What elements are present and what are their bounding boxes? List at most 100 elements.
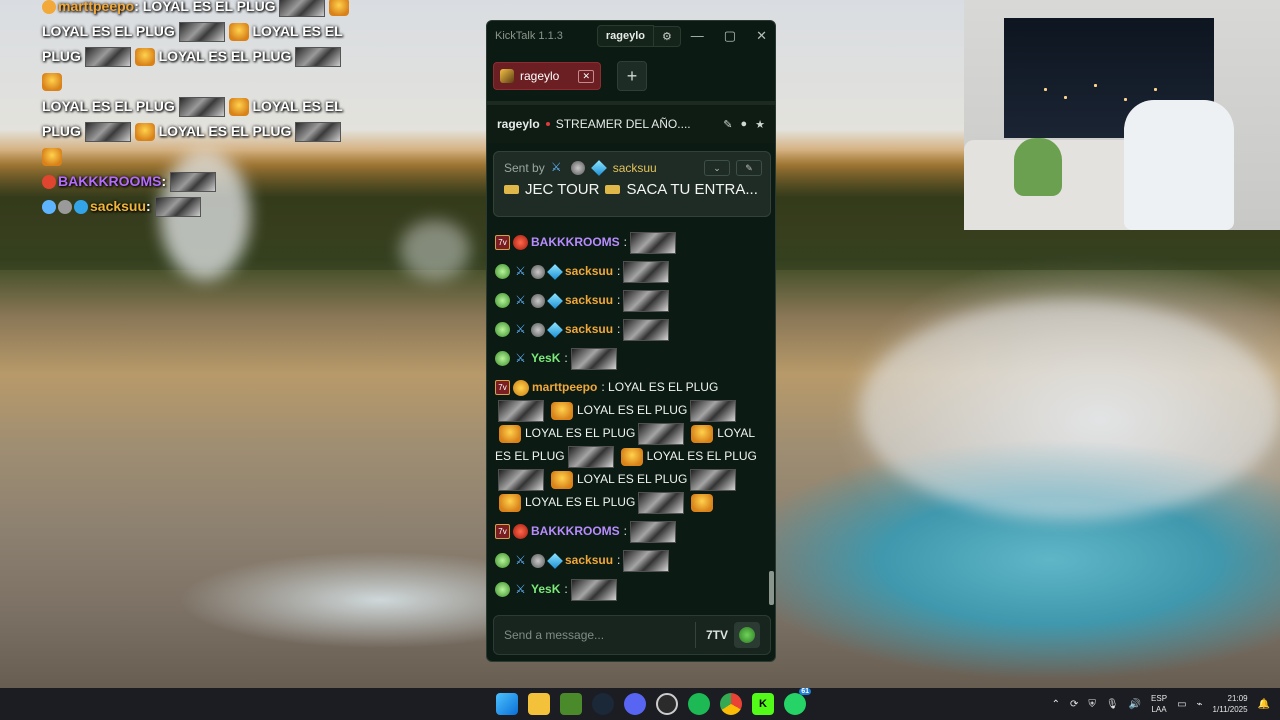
steam-icon[interactable] <box>592 693 614 715</box>
discord-icon[interactable] <box>624 693 646 715</box>
chat-text: LOYAL ES EL PLUG <box>608 380 719 394</box>
file-explorer-icon[interactable] <box>528 693 550 715</box>
gold-emote-icon <box>228 98 249 117</box>
emote-icon <box>638 491 685 514</box>
cube-badge-icon <box>547 263 563 280</box>
lang-layout: LAA <box>1151 705 1167 714</box>
pinned-toggle-icon[interactable]: ★ <box>755 118 765 131</box>
overlay-username: BAKKKROOMS <box>58 173 162 189</box>
whatsapp-badge: 61 <box>799 688 811 695</box>
battery-icon[interactable]: ⌁ <box>1197 699 1203 710</box>
emote-icon <box>295 47 342 68</box>
minimize-icon[interactable]: — <box>691 28 704 44</box>
emote-icon <box>623 318 670 341</box>
emote-icon <box>170 172 217 193</box>
chat-text: LOYAL ES EL PLUG <box>525 426 636 440</box>
tab-rageylo[interactable]: rageylo ✕ <box>493 62 601 90</box>
microphone-icon[interactable]: 🎙 <box>1106 699 1119 710</box>
chat-username[interactable]: sacksuu <box>565 260 613 283</box>
gold-emote-icon <box>551 470 573 489</box>
gold-badge-icon <box>42 0 56 15</box>
overlay-username: marttpeepo <box>58 0 135 14</box>
chat-scrollbar[interactable] <box>769 571 774 605</box>
pinned-message: Sent by ⚔ sacksuu ⌄ ✎ JEC TOUR SACA TU E… <box>493 151 771 217</box>
defender-icon[interactable]: ⛨ <box>1088 699 1096 710</box>
channel-avatar <box>500 69 514 83</box>
kicktalk-window: KickTalk 1.1.3 rageylo ⚙ — ▢ ✕ rageylo ✕… <box>486 20 776 662</box>
gold-emote-icon <box>499 424 521 443</box>
add-tab-button[interactable]: + <box>617 61 647 91</box>
message-input[interactable]: Send a message... <box>504 628 695 642</box>
clock-time: 21:09 <box>1227 694 1248 703</box>
green-app-icon[interactable] <box>560 693 582 715</box>
overlay-text: PLUG <box>42 123 81 139</box>
obs-icon[interactable] <box>656 693 678 715</box>
sent-by-label: Sent by <box>504 160 545 175</box>
green-badge-icon <box>495 351 510 366</box>
pin-icon[interactable]: ✎ <box>723 118 732 131</box>
header-channel-name: rageylo <box>497 117 540 131</box>
chat-username[interactable]: sacksuu <box>565 549 613 572</box>
windows-start-icon[interactable] <box>496 693 518 715</box>
gold-emote-icon <box>551 401 573 420</box>
chat-username[interactable]: YesK <box>531 347 560 370</box>
settings-gear-icon[interactable]: ⚙ <box>654 25 681 47</box>
user-icon[interactable]: ● <box>740 118 747 131</box>
green-badge-icon <box>495 553 510 568</box>
close-icon[interactable]: ✕ <box>756 28 767 44</box>
chevron-down-icon[interactable]: ⌄ <box>704 160 730 176</box>
gold-badge-icon <box>513 379 529 396</box>
pinned-text: JEC TOUR <box>525 181 600 198</box>
7tv-badge-icon: 7v <box>495 524 510 539</box>
gold-emote-icon <box>228 23 249 42</box>
overlay-text: LOYAL ES EL PLUG <box>158 48 292 64</box>
chat-text: LOYAL <box>717 426 756 440</box>
overlay-line: LOYAL ES EL PLUG LOYAL ES EL <box>42 19 362 44</box>
maximize-icon[interactable]: ▢ <box>724 28 736 44</box>
emote-icon <box>498 399 544 422</box>
kick-emote-button[interactable] <box>734 622 760 648</box>
chat-message: ⚔ sacksuu: <box>495 260 761 283</box>
chat-username[interactable]: BAKKKROOMS <box>531 520 620 543</box>
chat-username[interactable]: sacksuu <box>565 289 613 312</box>
input-divider <box>695 622 696 648</box>
7tv-badge-icon: 7v <box>495 235 510 250</box>
7tv-badge-icon: 7v <box>495 380 510 395</box>
spotify-icon[interactable] <box>688 693 710 715</box>
network-icon[interactable]: ▭ <box>1177 699 1186 710</box>
language-indicator[interactable]: ESP LAA <box>1151 693 1167 715</box>
gold-emote-icon <box>134 123 155 142</box>
unpin-icon[interactable]: ✎ <box>736 160 762 176</box>
chat-username[interactable]: YesK <box>531 578 560 601</box>
green-badge-icon <box>495 293 510 308</box>
title-channel-button[interactable]: rageylo <box>596 25 655 47</box>
kick-icon[interactable]: K <box>752 693 774 715</box>
green-badge-icon <box>495 264 510 279</box>
tab-close-icon[interactable]: ✕ <box>578 69 594 83</box>
overlay-line: PLUG LOYAL ES EL PLUG <box>42 119 362 169</box>
whatsapp-icon[interactable]: 61 <box>784 688 811 715</box>
gold-emote-icon <box>42 148 62 167</box>
sword-badge-icon: ⚔ <box>515 293 526 307</box>
sync-icon[interactable]: ⟳ <box>1070 699 1078 710</box>
chat-username[interactable]: sacksuu <box>565 318 613 341</box>
chat-username[interactable]: BAKKKROOMS <box>531 231 620 254</box>
chat-username[interactable]: marttpeepo <box>532 376 597 399</box>
gold-emote-icon <box>499 493 521 512</box>
volume-icon[interactable]: 🔊 <box>1129 699 1141 710</box>
kick-emote-icon <box>739 627 755 643</box>
sword-badge-icon <box>42 200 56 215</box>
chat-text: LOYAL ES EL PLUG <box>577 472 688 486</box>
chat-text: LOYAL ES EL PLUG <box>646 449 757 463</box>
chevron-up-icon[interactable]: ⌃ <box>1052 699 1060 710</box>
sword-badge-icon: ⚔ <box>515 351 526 365</box>
notification-bell-icon[interactable]: 🔔 <box>1258 699 1270 710</box>
clock[interactable]: 21:09 1/11/2025 <box>1213 693 1248 715</box>
webcam-feed <box>964 0 1280 230</box>
pinned-sender[interactable]: sacksuu <box>613 161 657 175</box>
live-dot-icon <box>545 122 550 126</box>
chrome-icon[interactable] <box>720 693 742 715</box>
7tv-emote-button[interactable]: 7TV <box>704 623 730 647</box>
emote-icon <box>623 549 670 572</box>
chat-text: ES EL PLUG <box>495 449 565 463</box>
